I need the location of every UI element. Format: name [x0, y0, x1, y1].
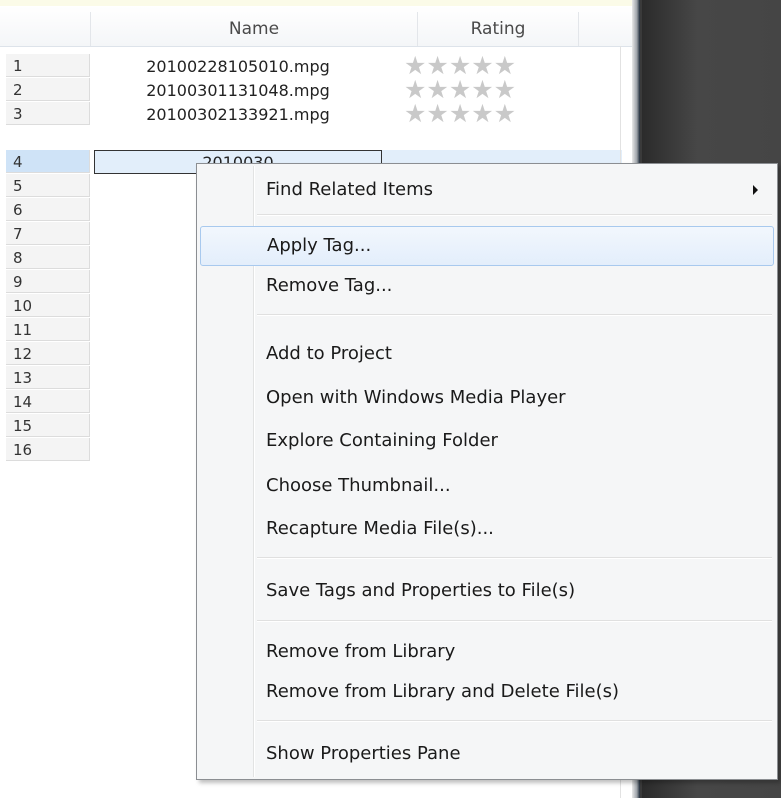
file-name[interactable]: 20100228105010.mpg	[94, 54, 382, 78]
menu-item-label: Remove from Library	[266, 641, 456, 662]
menu-item-label: Find Related Items	[266, 179, 434, 200]
menu-separator	[257, 620, 772, 622]
row-index: 14	[6, 390, 90, 413]
row-index: 12	[6, 342, 90, 365]
menu-item-remove-tag[interactable]: Remove Tag...	[200, 266, 774, 306]
menu-separator	[257, 314, 772, 316]
column-header-name[interactable]: Name	[91, 6, 417, 46]
menu-item-label: Remove from Library and Delete File(s)	[266, 681, 620, 702]
chevron-right-icon	[753, 185, 758, 195]
row-index: 16	[6, 438, 90, 461]
menu-item-label: Show Properties Pane	[266, 743, 461, 764]
menu-item-recapture-media[interactable]: Recapture Media File(s)...	[200, 509, 774, 549]
menu-item-label: Remove Tag...	[266, 275, 393, 296]
menu-item-find-related-items[interactable]: Find Related Items	[200, 170, 774, 210]
menu-item-label: Open with Windows Media Player	[266, 387, 566, 408]
menu-item-label: Recapture Media File(s)...	[266, 518, 494, 539]
menu-separator	[257, 720, 772, 722]
menu-item-save-tags[interactable]: Save Tags and Properties to File(s)	[200, 571, 774, 611]
table-row[interactable]: 3 20100302133921.mpg ★★★★★	[0, 101, 632, 126]
row-index: 5	[6, 174, 90, 197]
row-index: 15	[6, 414, 90, 437]
menu-item-remove-and-delete[interactable]: Remove from Library and Delete File(s)	[200, 672, 774, 712]
menu-item-choose-thumbnail[interactable]: Choose Thumbnail...	[200, 466, 774, 506]
menu-item-show-properties-pane[interactable]: Show Properties Pane	[200, 734, 774, 774]
row-index: 10	[6, 294, 90, 317]
menu-separator	[257, 557, 772, 559]
list-header: Name Rating	[0, 6, 632, 47]
menu-item-label: Explore Containing Folder	[266, 430, 498, 451]
row-index: 3	[6, 102, 90, 125]
star-rating[interactable]: ★★★★★	[404, 101, 554, 126]
row-index: 4	[6, 150, 90, 173]
menu-item-label: Choose Thumbnail...	[266, 475, 451, 496]
row-index: 7	[6, 222, 90, 245]
row-index: 9	[6, 270, 90, 293]
table-row[interactable]: 2 20100301131048.mpg ★★★★★	[0, 77, 632, 102]
row-index: 2	[6, 78, 90, 101]
menu-item-label: Apply Tag...	[267, 235, 372, 256]
row-index: 11	[6, 318, 90, 341]
menu-item-apply-tag[interactable]: Apply Tag...	[200, 226, 774, 266]
file-name[interactable]: 20100301131048.mpg	[94, 78, 382, 102]
context-menu: Find Related Items Apply Tag... Remove T…	[196, 163, 778, 780]
row-index: 13	[6, 366, 90, 389]
file-name[interactable]: 20100302133921.mpg	[94, 102, 382, 126]
menu-item-label: Save Tags and Properties to File(s)	[266, 580, 576, 601]
header-separator	[578, 12, 579, 46]
table-row[interactable]: 1 20100228105010.mpg ★★★★★	[0, 53, 632, 78]
menu-item-remove-from-library[interactable]: Remove from Library	[200, 632, 774, 672]
row-index: 1	[6, 54, 90, 77]
menu-separator	[257, 214, 772, 216]
menu-item-explore-folder[interactable]: Explore Containing Folder	[200, 421, 774, 461]
menu-item-add-to-project[interactable]: Add to Project	[200, 334, 774, 374]
menu-item-open-with-wmp[interactable]: Open with Windows Media Player	[200, 378, 774, 418]
row-index: 6	[6, 198, 90, 221]
column-header-rating[interactable]: Rating	[418, 6, 578, 46]
menu-item-label: Add to Project	[266, 343, 392, 364]
row-index: 8	[6, 246, 90, 269]
